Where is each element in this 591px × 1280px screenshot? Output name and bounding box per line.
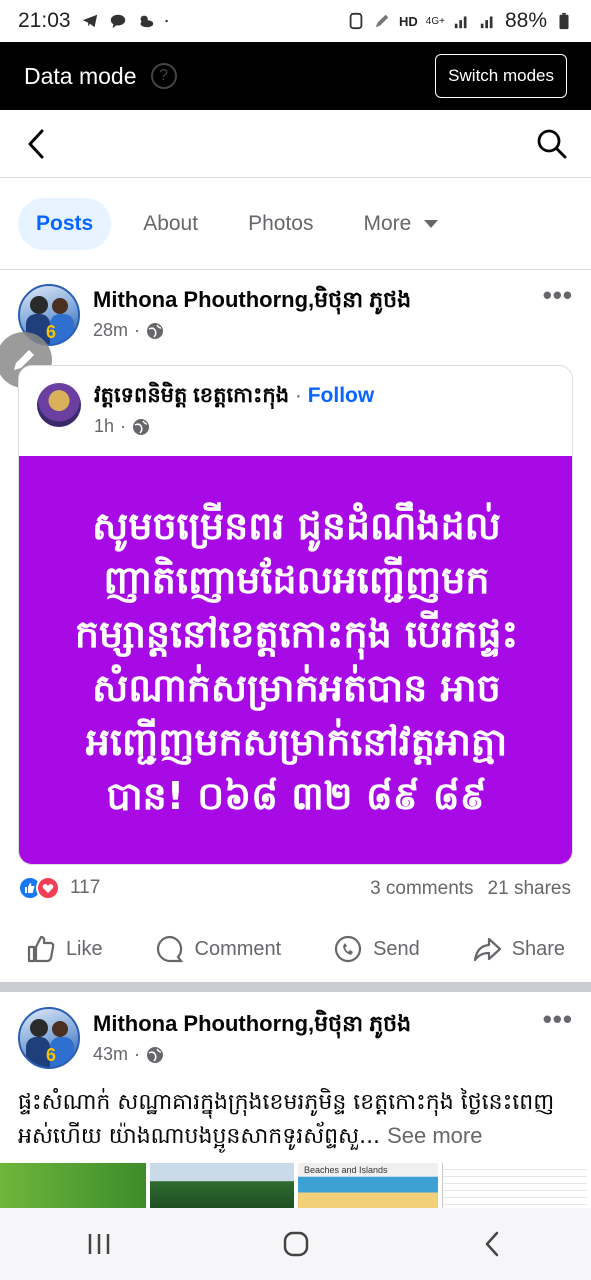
- share-icon: [473, 937, 501, 962]
- like-button[interactable]: Like: [26, 934, 103, 964]
- shared-time[interactable]: 1h: [94, 416, 114, 437]
- send-label: Send: [373, 937, 420, 960]
- notification-icons: [81, 12, 173, 30]
- pen-icon: [375, 14, 389, 28]
- messenger-icon: [334, 935, 362, 963]
- post-body: ផ្ទះសំណាក់ សណ្ឋាគារក្នុងក្រុងខេមរភូមិន្ទ…: [18, 1086, 578, 1153]
- tab-more-label: More: [363, 211, 412, 235]
- like-label: Like: [65, 937, 103, 960]
- back-arrow-icon[interactable]: [22, 127, 52, 161]
- shared-post-card[interactable]: វត្តទេពនិមិត្ត ខេត្តកោះកុង · Follow 1h ·…: [18, 365, 573, 865]
- colored-text-background: សូមចម្រើនពរ ជូនដំណឹងដល់ញាតិញោមដែលអញ្ជើញម…: [19, 456, 572, 864]
- photo-thumbnail[interactable]: [150, 1163, 294, 1208]
- home-icon[interactable]: [281, 1229, 311, 1259]
- thumbs-up-icon: [27, 935, 55, 963]
- post-author[interactable]: Mithona Phouthorng,មិថុនា ភូថង: [93, 286, 411, 318]
- share-label: Share: [511, 937, 566, 960]
- tab-more[interactable]: More: [345, 198, 457, 250]
- profile-tabs: Posts About Photos More: [0, 178, 591, 270]
- engagement-counts: 3 comments 21 shares: [370, 878, 571, 900]
- post-separator: [0, 982, 591, 992]
- globe-icon: [147, 1046, 164, 1063]
- love-reaction-icon: [36, 876, 60, 900]
- comment-icon: [156, 935, 183, 963]
- shared-meta: 1h ·: [94, 416, 150, 437]
- comment-label: Comment: [194, 937, 282, 960]
- comments-count[interactable]: 3 comments: [370, 878, 473, 900]
- follow-link[interactable]: Follow: [308, 384, 375, 407]
- more-options-icon[interactable]: •••: [543, 280, 573, 311]
- comment-button[interactable]: Comment: [155, 934, 282, 964]
- post-time[interactable]: 28m: [93, 320, 128, 341]
- photo-thumbnail[interactable]: [442, 1163, 587, 1208]
- back-icon[interactable]: [478, 1229, 508, 1259]
- dot-icon: [164, 19, 168, 23]
- network-type: 4G+: [425, 15, 445, 27]
- see-more-link[interactable]: See more: [387, 1123, 482, 1148]
- globe-icon: [133, 418, 150, 435]
- share-button[interactable]: Share: [472, 934, 565, 964]
- chat-icon: [110, 14, 125, 29]
- signal-icon: [454, 16, 467, 29]
- nfc-icon: [349, 12, 363, 30]
- reaction-count: 117: [70, 877, 101, 898]
- shared-post-text: សូមចម្រើនពរ ជូនដំណឹងដល់ញាតិញោមដែលអញ្ជើញម…: [74, 504, 519, 818]
- status-time: 21:03: [18, 9, 71, 32]
- tab-photos[interactable]: Photos: [230, 198, 331, 250]
- recent-apps-icon[interactable]: [84, 1229, 114, 1259]
- avatar[interactable]: 6: [18, 1007, 80, 1069]
- send-button[interactable]: Send: [333, 934, 420, 964]
- search-icon[interactable]: [535, 127, 569, 161]
- post-author[interactable]: Mithona Phouthorng,មិថុនា ភូថង: [93, 1010, 411, 1042]
- thumbnail-caption: Beaches and Islands: [304, 1165, 388, 1175]
- caret-down-icon: [424, 219, 439, 228]
- photo-thumbnail[interactable]: Beaches and Islands: [298, 1163, 438, 1208]
- weather-icon: [140, 15, 153, 28]
- more-options-icon[interactable]: •••: [543, 1004, 573, 1035]
- android-navigation-bar: [0, 1208, 591, 1280]
- shares-count[interactable]: 21 shares: [488, 878, 571, 900]
- data-mode-title: Data mode: [24, 62, 137, 89]
- reactions-summary[interactable]: 117: [18, 876, 100, 900]
- signal-icon-2: [480, 16, 493, 29]
- hd-label: HD: [399, 13, 418, 29]
- system-icons: HD 4G+ 88%: [347, 9, 573, 33]
- top-nav-bar: [0, 110, 591, 178]
- shared-page-name[interactable]: វត្តទេពនិមិត្ត ខេត្តកោះកុង: [94, 384, 289, 407]
- photo-thumbnail[interactable]: [0, 1163, 146, 1208]
- telegram-icon: [82, 14, 97, 28]
- battery-percent: 88%: [504, 9, 547, 32]
- photo-strip: Beaches and Islands: [0, 1163, 591, 1208]
- post-action-bar: Like Comment Send Share: [0, 922, 591, 976]
- tab-about[interactable]: About: [125, 198, 216, 250]
- help-icon[interactable]: ?: [150, 63, 177, 89]
- battery-icon: [559, 12, 569, 30]
- status-bar: 21:03 HD 4G+ 88%: [0, 0, 591, 42]
- header-separator: ·: [294, 384, 302, 407]
- tab-posts[interactable]: Posts: [18, 197, 112, 250]
- data-mode-bar: Data mode ? Switch modes: [0, 42, 591, 110]
- globe-icon: [147, 322, 164, 339]
- post-meta: 28m ·: [93, 320, 164, 341]
- post-time[interactable]: 43m: [93, 1044, 128, 1065]
- shared-page-header: វត្តទេពនិមិត្ត ខេត្តកោះកុង · Follow: [94, 382, 374, 413]
- post-meta: 43m ·: [93, 1044, 164, 1065]
- switch-modes-button[interactable]: Switch modes: [435, 54, 567, 98]
- page-avatar[interactable]: [37, 383, 81, 427]
